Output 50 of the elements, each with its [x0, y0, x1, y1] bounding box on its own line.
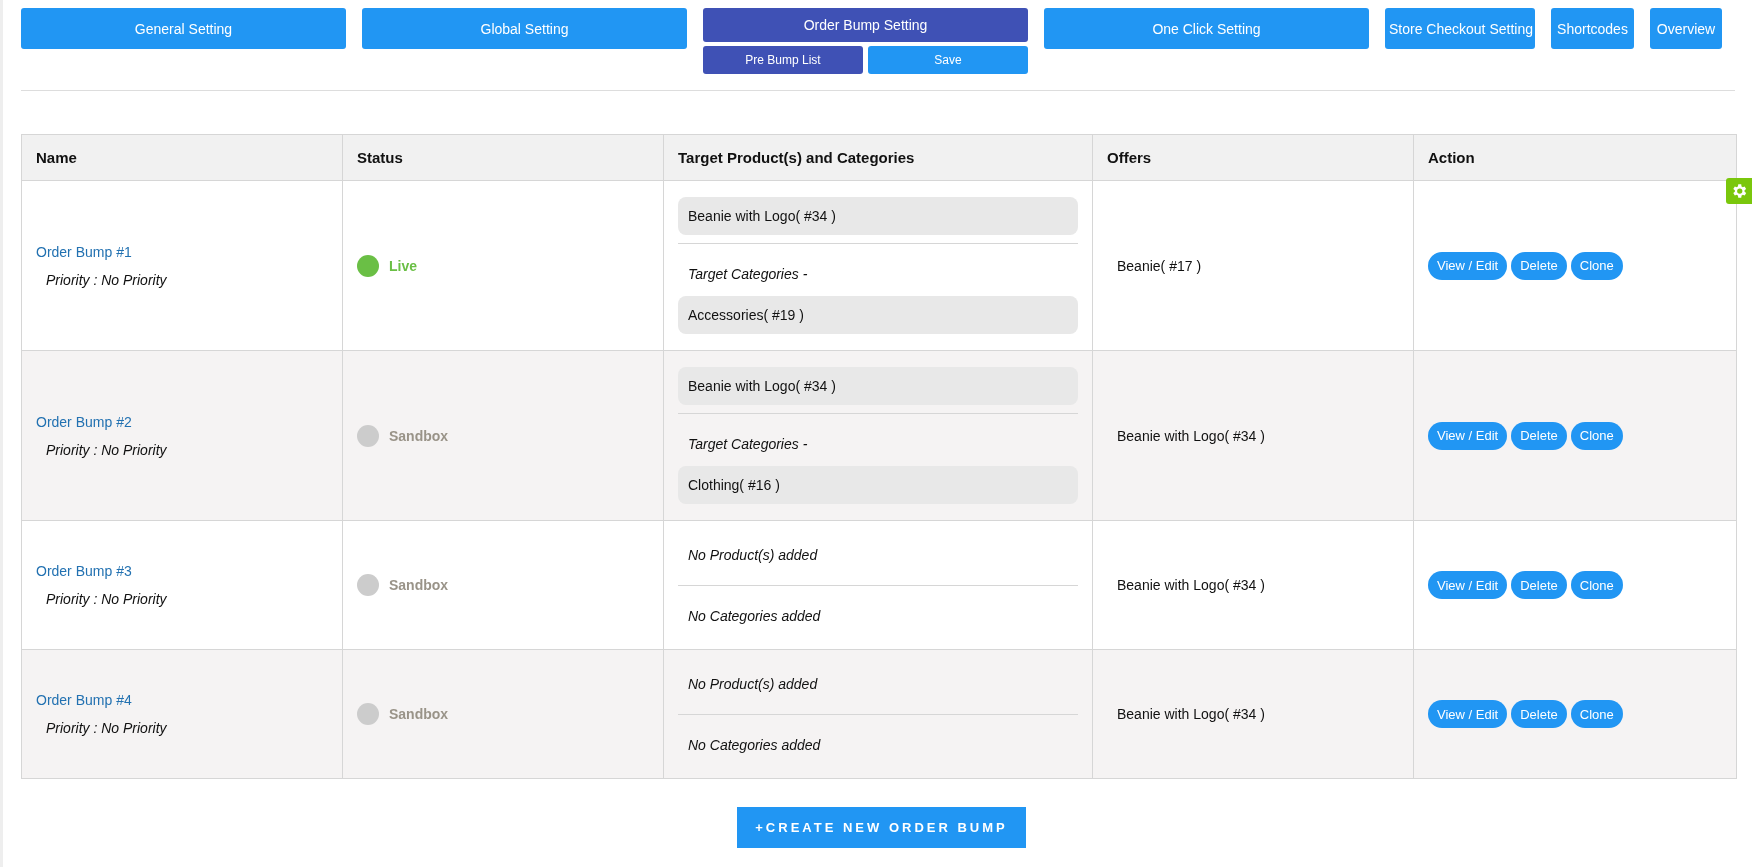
order-bump-link[interactable]: Order Bump #4 — [36, 692, 132, 708]
empty-categories-text: No Categories added — [687, 606, 822, 626]
empty-categories-text: No Categories added — [687, 735, 822, 755]
status-label: Sandbox — [389, 577, 449, 593]
settings-tab[interactable]: General Setting — [21, 8, 346, 49]
list-button[interactable]: Pre Bump List — [703, 46, 863, 74]
settings-tab[interactable]: Overview — [1650, 8, 1722, 49]
action-button[interactable]: Clone — [1570, 700, 1623, 728]
product-tag: Beanie with Logo( #34 ) — [678, 367, 1078, 405]
status-label: Sandbox — [389, 706, 449, 722]
settings-tab[interactable]: Order Bump Setting — [703, 8, 1028, 42]
offer-text: Beanie with Logo( #34 ) — [1117, 706, 1265, 722]
order-bump-link[interactable]: Order Bump #1 — [36, 243, 132, 260]
priority-text: Priority : No Priority — [45, 720, 167, 736]
order-bump-link[interactable]: Order Bump #2 — [36, 413, 132, 430]
action-button[interactable]: View / Edit — [1428, 571, 1508, 599]
status-label: Live — [389, 257, 417, 274]
settings-tab[interactable]: Global Setting — [362, 8, 687, 49]
action-button[interactable]: Clone — [1570, 571, 1623, 599]
save-button[interactable]: Save — [868, 46, 1028, 74]
action-button[interactable]: Clone — [1570, 421, 1623, 450]
action-button[interactable]: View / Edit — [1428, 700, 1508, 728]
priority-text: Priority : No Priority — [45, 441, 167, 458]
action-button[interactable]: View / Edit — [1428, 421, 1508, 450]
categories-label: Target Categories - — [687, 435, 809, 454]
create-order-bump-button[interactable]: +CREATE NEW ORDER BUMP — [737, 807, 1026, 848]
categories-label: Target Categories - — [687, 265, 809, 284]
action-button[interactable]: View / Edit — [1428, 251, 1508, 280]
priority-text: Priority : No Priority — [45, 271, 167, 288]
category-tag: Clothing( #16 ) — [678, 466, 1078, 504]
category-tag: Accessories( #19 ) — [678, 296, 1078, 334]
action-button[interactable]: Delete — [1511, 251, 1567, 280]
action-button[interactable]: Delete — [1511, 571, 1567, 599]
settings-tab[interactable]: Shortcodes — [1551, 8, 1634, 49]
settings-icon[interactable] — [1726, 178, 1752, 204]
priority-text: Priority : No Priority — [45, 591, 167, 607]
action-button[interactable]: Delete — [1511, 421, 1567, 450]
settings-tab[interactable]: Store Checkout Setting — [1385, 8, 1535, 49]
order-bump-link[interactable]: Order Bump #3 — [36, 563, 132, 579]
settings-tab[interactable]: One Click Setting — [1044, 8, 1369, 49]
status-label: Sandbox — [389, 427, 449, 444]
action-button[interactable]: Delete — [1511, 700, 1567, 728]
offer-text: Beanie with Logo( #34 ) — [1117, 427, 1265, 444]
action-button[interactable]: Clone — [1570, 251, 1623, 280]
empty-products-text: No Product(s) added — [687, 545, 819, 565]
product-tag: Beanie with Logo( #34 ) — [678, 197, 1078, 235]
offer-text: Beanie( #17 ) — [1117, 257, 1202, 274]
empty-products-text: No Product(s) added — [687, 674, 819, 694]
offer-text: Beanie with Logo( #34 ) — [1117, 577, 1265, 593]
column-header: Action — [1427, 148, 1476, 168]
